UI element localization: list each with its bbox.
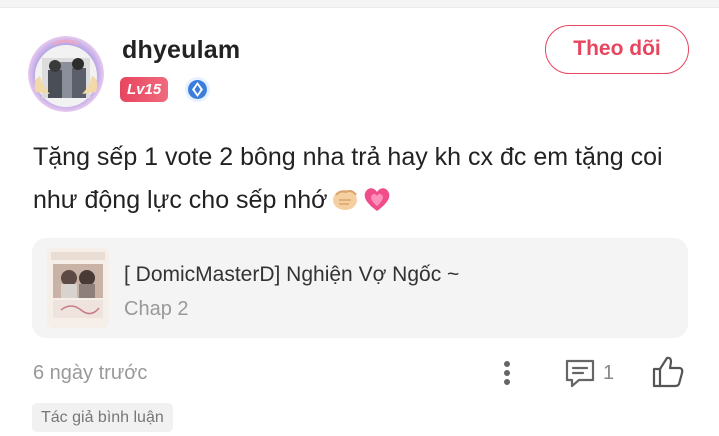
avatar[interactable] bbox=[28, 36, 104, 112]
reply-count: 1 bbox=[603, 362, 615, 384]
verified-badge-icon bbox=[185, 77, 210, 102]
author-comment-tag: Tác giả bình luận bbox=[32, 403, 173, 432]
follow-button[interactable]: Theo dõi bbox=[545, 25, 689, 74]
level-badge: Lv15 bbox=[120, 77, 169, 102]
username[interactable]: dhyeulam bbox=[122, 36, 240, 65]
growing-heart-emoji bbox=[362, 184, 392, 227]
top-divider bbox=[0, 0, 719, 8]
more-vertical-icon[interactable] bbox=[495, 356, 519, 390]
comment-icon[interactable] bbox=[562, 356, 598, 390]
fist-bump-emoji bbox=[330, 184, 360, 227]
book-title[interactable]: [ DomicMasterD] Nghiện Vợ Ngốc ~ bbox=[124, 263, 459, 287]
comment-text: Tặng sếp 1 vote 2 bông nha trả hay kh cx… bbox=[33, 136, 703, 227]
timestamp: 6 ngày trước bbox=[33, 362, 148, 384]
book-cover bbox=[47, 248, 109, 328]
book-card[interactable]: [ DomicMasterD] Nghiện Vợ Ngốc ~ Chap 2 bbox=[32, 238, 688, 338]
book-chapter: Chap 2 bbox=[124, 298, 189, 320]
thumbs-up-icon[interactable] bbox=[650, 354, 686, 390]
